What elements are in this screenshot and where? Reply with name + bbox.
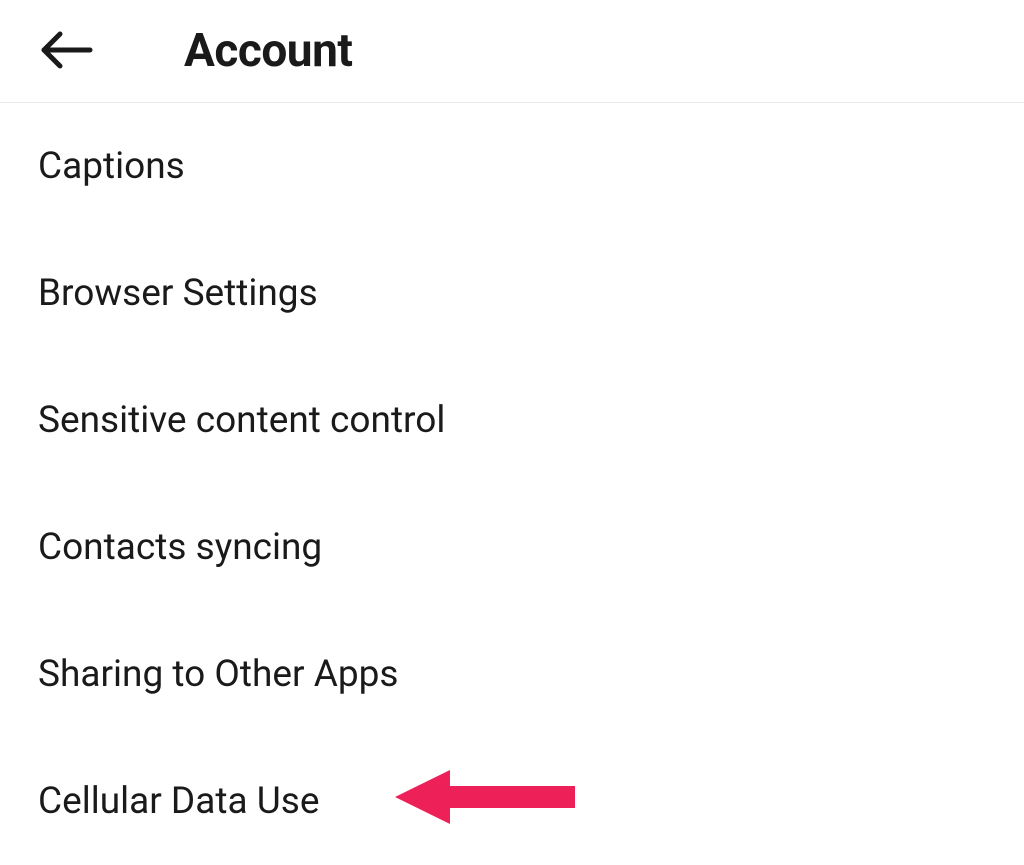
annotation-arrow-icon [395,762,575,842]
settings-list: Captions Browser Settings Sensitive cont… [0,103,1024,865]
settings-item-label: Sensitive content control [38,399,445,442]
settings-item-browser-settings[interactable]: Browser Settings [0,230,1024,357]
settings-item-label: Cellular Data Use [38,780,319,823]
page-title: Account [184,24,352,78]
settings-item-captions[interactable]: Captions [0,103,1024,230]
settings-item-label: Captions [38,145,185,188]
back-button[interactable] [38,30,94,73]
settings-item-cellular-data-use[interactable]: Cellular Data Use [0,738,1024,865]
header: Account [0,0,1024,103]
settings-item-contacts-syncing[interactable]: Contacts syncing [0,484,1024,611]
settings-item-label: Browser Settings [38,272,318,315]
settings-item-label: Sharing to Other Apps [38,653,398,696]
settings-item-sharing-to-other-apps[interactable]: Sharing to Other Apps [0,611,1024,738]
arrow-left-icon [38,30,94,73]
settings-item-label: Contacts syncing [38,526,322,569]
settings-item-sensitive-content-control[interactable]: Sensitive content control [0,357,1024,484]
